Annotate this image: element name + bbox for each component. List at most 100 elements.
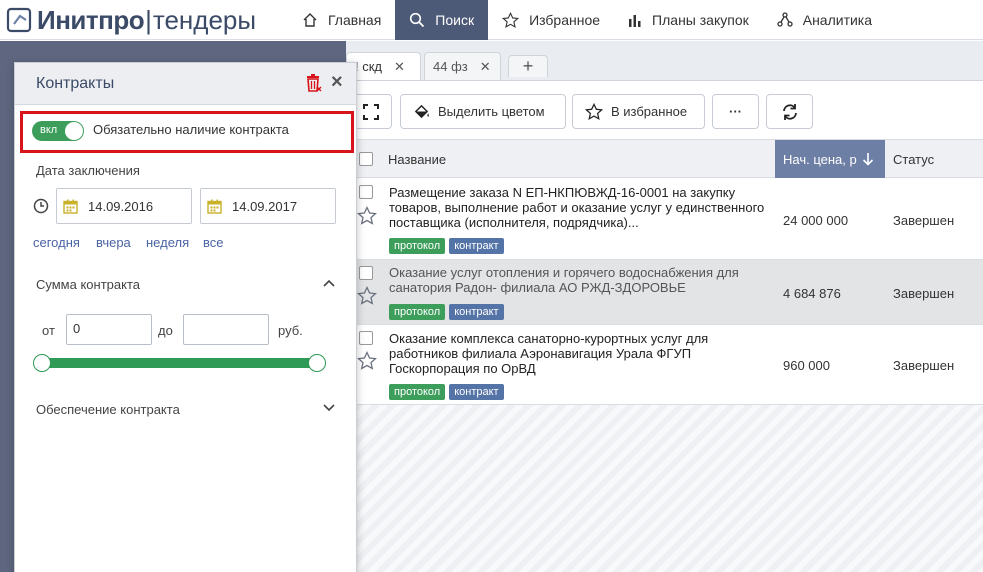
- row-title[interactable]: Размещение заказа N ЕП-НКПЮВЖД-16-0001 н…: [389, 185, 772, 230]
- panel-header: Контракты ×: [15, 63, 356, 105]
- network-icon: [777, 12, 793, 27]
- row-title[interactable]: Оказание услуг отопления и горячего водо…: [389, 265, 772, 295]
- close-icon[interactable]: ✕: [394, 59, 405, 75]
- star-icon: [585, 102, 603, 120]
- row-checkbox[interactable]: [359, 331, 373, 345]
- nav-label: Аналитика: [802, 12, 873, 28]
- table-row[interactable]: Размещение заказа N ЕП-НКПЮВЖД-16-0001 н…: [346, 178, 983, 260]
- nav-item-search[interactable]: Поиск: [395, 0, 489, 40]
- nav-item-analytics[interactable]: Аналитика: [763, 0, 886, 40]
- date-section-label: Дата заключения: [36, 163, 140, 178]
- empty-area: [356, 404, 983, 572]
- calendar-icon: [207, 199, 222, 214]
- paint-bucket-icon: [414, 104, 429, 119]
- toggle-knob: [65, 122, 83, 140]
- fullscreen-icon: [363, 103, 379, 120]
- arrow-down-icon: [862, 153, 873, 166]
- date-to-field[interactable]: 14.09.2017: [200, 188, 336, 224]
- sum-slider-track[interactable]: [42, 358, 318, 368]
- sum-section-label[interactable]: Сумма контракта: [36, 277, 140, 292]
- refresh-icon: [782, 103, 797, 120]
- table-row[interactable]: Оказание комплекса санаторно-курортных у…: [346, 325, 983, 405]
- panel-title: Контракты: [36, 75, 115, 92]
- close-icon[interactable]: ✕: [480, 59, 491, 75]
- chevron-up-icon[interactable]: [323, 279, 335, 287]
- nav-item-home[interactable]: Главная: [288, 0, 395, 40]
- main-nav: Главная Поиск Избранное Планы закупок Ан…: [288, 0, 886, 40]
- quick-date-week[interactable]: неделя: [146, 235, 189, 250]
- quick-date-today[interactable]: сегодня: [33, 235, 80, 250]
- trash-icon[interactable]: [306, 74, 322, 92]
- logo-icon: [6, 7, 32, 33]
- nav-label: Планы закупок: [652, 12, 749, 28]
- contract-required-label: Обязательно наличие контракта: [93, 122, 289, 137]
- column-header-name[interactable]: Название: [388, 140, 446, 178]
- more-button[interactable]: ···: [712, 94, 759, 129]
- highlight-color-label: Выделить цветом: [438, 104, 545, 119]
- logo[interactable]: Инитпро | тендеры: [6, 4, 256, 36]
- tab-label: 44 фз: [433, 59, 468, 74]
- row-checkbox[interactable]: [359, 266, 373, 280]
- logo-text-light: тендеры: [152, 4, 257, 35]
- row-price: 4 684 876: [783, 286, 841, 301]
- date-to-value: 14.09.2017: [232, 198, 298, 214]
- sum-to-input[interactable]: [183, 314, 269, 345]
- favorite-star-icon[interactable]: [357, 286, 377, 306]
- tab-44fz[interactable]: 44 фз ✕: [424, 52, 501, 80]
- select-all-checkbox[interactable]: [359, 152, 373, 166]
- table-header: Название Нач. цена, р Статус: [346, 139, 983, 178]
- sum-slider-min-handle[interactable]: [33, 354, 51, 372]
- refresh-button[interactable]: [766, 94, 813, 129]
- add-tab-button[interactable]: +: [508, 55, 548, 77]
- calendar-icon: [63, 199, 78, 214]
- row-status: Завершен: [893, 213, 955, 228]
- contracts-filter-panel: Контракты × вкл Обязательно наличие конт…: [14, 62, 357, 572]
- tag-contract[interactable]: контракт: [449, 304, 504, 320]
- column-header-status[interactable]: Статус: [893, 140, 934, 178]
- column-header-price-label: Нач. цена, р: [783, 151, 857, 167]
- tag-protocol[interactable]: протокол: [389, 238, 446, 254]
- row-status: Завершен: [893, 286, 955, 301]
- highlight-color-button[interactable]: Выделить цветом: [400, 94, 566, 129]
- contract-required-toggle[interactable]: вкл: [32, 121, 84, 141]
- currency-label: руб.: [278, 323, 303, 338]
- favorite-star-icon[interactable]: [357, 351, 377, 371]
- nav-label: Избранное: [529, 12, 601, 28]
- row-status: Завершен: [893, 358, 955, 373]
- home-icon: [303, 13, 317, 27]
- sum-slider-max-handle[interactable]: [308, 354, 326, 372]
- sum-from-input[interactable]: 0: [66, 314, 152, 345]
- nav-label: Поиск: [435, 12, 475, 28]
- column-header-price[interactable]: Нач. цена, р: [775, 140, 885, 178]
- row-tags: протокол контракт: [389, 303, 508, 320]
- logo-separator: |: [145, 4, 152, 35]
- star-icon: [502, 11, 520, 28]
- date-from-value: 14.09.2016: [88, 198, 154, 214]
- logo-text-bold: Инитпро: [37, 4, 145, 35]
- row-tags: протокол контракт: [389, 383, 508, 400]
- tag-protocol[interactable]: протокол: [389, 384, 446, 400]
- add-to-favorites-button[interactable]: В избранное: [572, 94, 705, 129]
- table-row[interactable]: Оказание услуг отопления и горячего водо…: [346, 260, 983, 325]
- top-bar: Инитпро | тендеры Главная Поиск Избранное …: [0, 0, 983, 40]
- clock-icon: [33, 198, 49, 214]
- security-section-label[interactable]: Обеспечение контракта: [36, 402, 180, 417]
- add-to-favorites-label: В избранное: [611, 104, 688, 119]
- nav-item-plans[interactable]: Планы закупок: [614, 0, 763, 40]
- search-icon: [410, 12, 425, 28]
- date-from-field[interactable]: 14.09.2016: [56, 188, 192, 224]
- from-label: от: [42, 323, 55, 338]
- row-price: 24 000 000: [783, 213, 849, 228]
- tag-contract[interactable]: контракт: [449, 238, 504, 254]
- tag-contract[interactable]: контракт: [449, 384, 504, 400]
- quick-date-all[interactable]: все: [203, 235, 224, 250]
- tab-skd[interactable]: ! скд ✕: [346, 52, 421, 80]
- row-checkbox[interactable]: [359, 185, 373, 199]
- close-panel-icon[interactable]: ×: [331, 71, 343, 94]
- quick-date-yesterday[interactable]: вчера: [96, 235, 131, 250]
- favorite-star-icon[interactable]: [357, 206, 377, 226]
- nav-item-favorites[interactable]: Избранное: [488, 0, 614, 40]
- row-title[interactable]: Оказание комплекса санаторно-курортных у…: [389, 331, 772, 376]
- tag-protocol[interactable]: протокол: [389, 304, 446, 320]
- chevron-down-icon[interactable]: [323, 404, 335, 412]
